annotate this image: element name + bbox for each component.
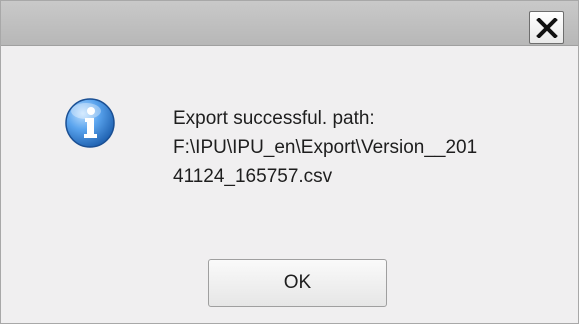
info-icon bbox=[64, 97, 116, 149]
close-button[interactable] bbox=[529, 11, 564, 44]
message-line: Export successful. path: bbox=[173, 108, 375, 129]
title-bar[interactable] bbox=[1, 1, 578, 46]
export-dialog: Export successful. path: F:\IPU\IPU_en\E… bbox=[0, 0, 579, 324]
message-line: 41124_165757.csv bbox=[173, 166, 333, 187]
message-text: Export successful. path: F:\IPU\IPU_en\E… bbox=[173, 104, 563, 191]
message-line: F:\IPU\IPU_en\Export\Version__201 bbox=[173, 137, 478, 158]
close-icon bbox=[536, 18, 558, 38]
ok-button[interactable]: OK bbox=[208, 259, 387, 307]
